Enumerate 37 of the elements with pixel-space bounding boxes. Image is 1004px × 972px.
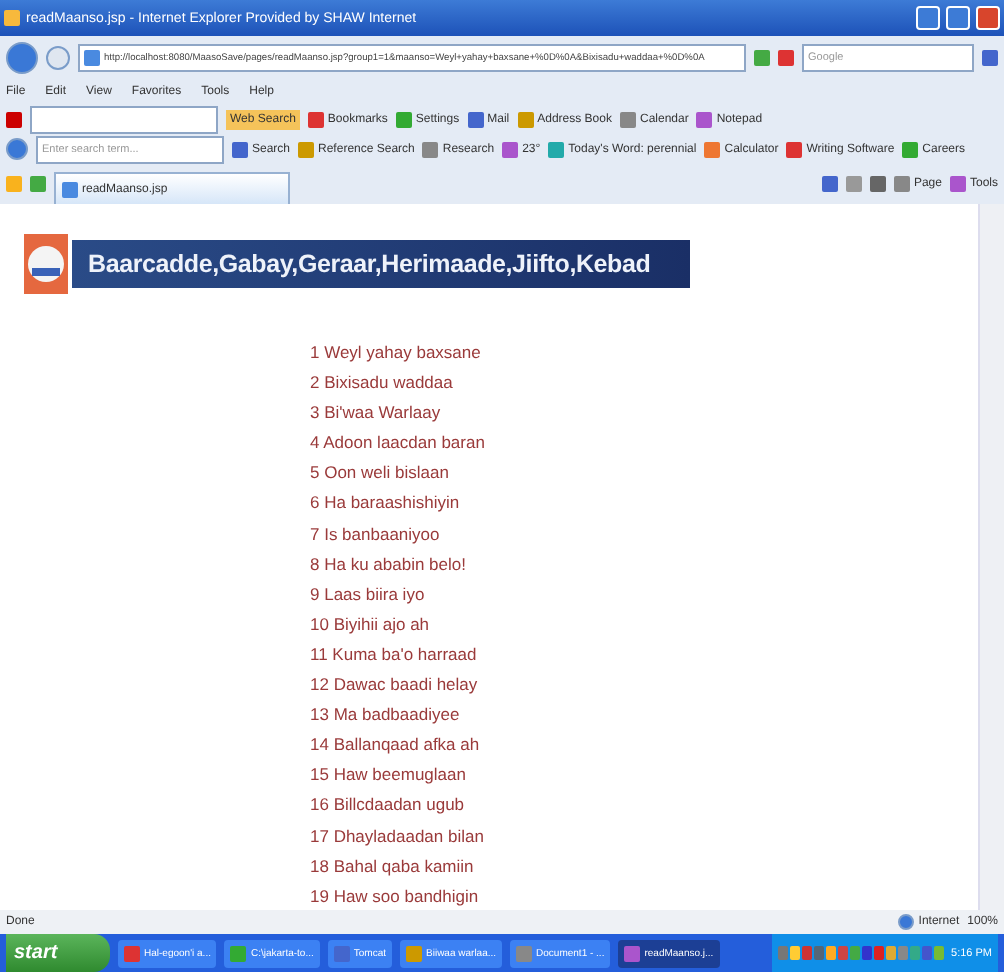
poem-link[interactable]: 3 Bi'waa Warlaay — [310, 398, 978, 429]
poem-link[interactable]: 5 Oon weli bislaan — [310, 458, 978, 489]
poem-link[interactable]: 13 Ma badbaadiyee — [310, 700, 978, 731]
minimize-button[interactable] — [916, 6, 940, 30]
ie-icon — [4, 10, 20, 26]
add-favorite-icon[interactable] — [30, 176, 46, 192]
poem-link[interactable]: 19 Haw soo bandhigin — [310, 881, 978, 912]
feed-icon[interactable] — [845, 176, 862, 192]
poem-link[interactable]: 6 Ha baraashishiyin — [310, 488, 978, 520]
search-field[interactable] — [30, 105, 218, 133]
poem-link[interactable]: 10 Biyihii ajo ah — [310, 609, 978, 640]
yahoo-logo-icon[interactable] — [6, 111, 22, 127]
home-icon[interactable] — [821, 176, 838, 192]
poem-link[interactable]: 16 Billcdaadan ugub — [310, 790, 978, 821]
poem-link[interactable]: 8 Ha ku ababin belo! — [310, 549, 978, 580]
globe-icon[interactable] — [6, 138, 28, 160]
poem-link[interactable]: 14 Ballanqaad afka ah — [310, 730, 978, 761]
logo — [24, 234, 68, 294]
banner-title: Baarcadde,Gabay,Geraar,Herimaade,Jiifto,Kebad — [72, 240, 691, 288]
maximize-button[interactable] — [946, 6, 970, 30]
poem-link[interactable]: 17 Dhayladaadan bilan — [310, 821, 978, 852]
poem-link[interactable]: 18 Bahal qaba kamiin — [310, 851, 978, 882]
print-icon[interactable] — [869, 176, 886, 192]
close-button[interactable] — [976, 6, 1000, 30]
poem-link[interactable]: 7 Is banbaaniyoo — [310, 519, 978, 550]
back-button[interactable] — [6, 42, 38, 74]
poem-link[interactable]: 2 Bixisadu waddaa — [310, 368, 978, 399]
poem-link[interactable]: 4 Adoon laacdan baran — [310, 428, 978, 459]
refresh-icon[interactable] — [754, 50, 770, 66]
search-icon[interactable] — [982, 50, 998, 66]
forward-button[interactable] — [46, 46, 70, 70]
poem-link[interactable]: 1 Weyl yahay baxsane — [310, 338, 978, 369]
poem-link[interactable]: 9 Laas biira iyo — [310, 579, 978, 610]
poem-link[interactable]: 15 Haw beemuglaan — [310, 760, 978, 791]
stop-icon[interactable] — [778, 50, 794, 66]
poem-link[interactable]: 12 Dawac baadi helay — [310, 670, 978, 701]
poem-link[interactable]: 11 Kuma ba'o harraad — [310, 639, 978, 671]
